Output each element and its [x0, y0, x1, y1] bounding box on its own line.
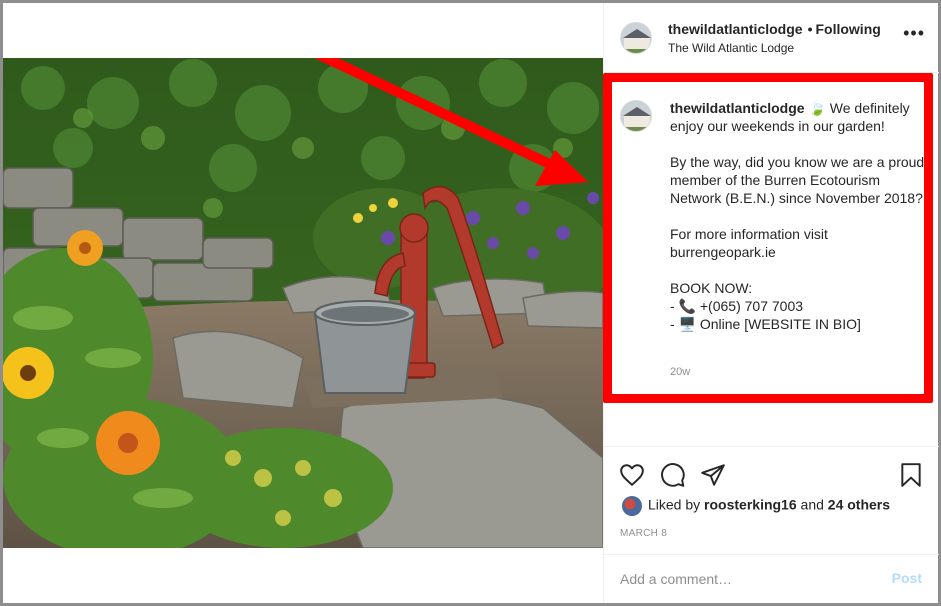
caption-timestamp[interactable]: 20w — [670, 366, 690, 378]
caption-body: 🍃 We definitely enjoy our weekends in ou… — [670, 100, 925, 332]
username-row: thewildatlanticlodge • Following — [668, 21, 881, 37]
following-button[interactable]: Following — [815, 21, 880, 37]
likes-middle: and — [796, 496, 828, 513]
comment-input[interactable] — [620, 569, 870, 589]
post-media-column — [3, 3, 603, 603]
post-date[interactable]: MARCH 8 — [620, 528, 667, 539]
avatar[interactable] — [620, 22, 652, 54]
paper-plane-icon[interactable] — [700, 462, 726, 488]
more-options-icon[interactable]: ••• — [903, 24, 925, 42]
action-bar: Liked by roosterking16 and 24 others MAR… — [604, 446, 939, 556]
post-photo[interactable] — [3, 58, 603, 548]
likes-prefix: Liked by — [648, 496, 705, 513]
caption-username-link[interactable]: thewildatlanticlodge — [670, 100, 805, 116]
caption-text-block: thewildatlanticlodge 🍃 We definitely enj… — [670, 99, 925, 333]
username-link[interactable]: thewildatlanticlodge — [668, 21, 803, 37]
post-comment-button[interactable]: Post — [892, 570, 922, 586]
post-header: thewildatlanticlodge • Following The Wild … — [604, 3, 939, 73]
avatar[interactable] — [620, 100, 652, 132]
caption-section: thewildatlanticlodge 🍃 We definitely enj… — [604, 75, 939, 445]
location-link[interactable]: The Wild Atlantic Lodge — [668, 41, 794, 55]
post-details-panel: thewildatlanticlodge • Following The Wild … — [603, 3, 939, 603]
lodge-avatar-image — [621, 101, 651, 131]
garden-photo-illustration — [3, 58, 603, 548]
liker-avatar[interactable] — [622, 496, 642, 516]
liker-username-link[interactable]: roosterking16 — [704, 497, 797, 513]
heart-icon[interactable] — [619, 462, 645, 488]
bookmark-icon[interactable] — [898, 462, 924, 488]
likes-summary: Liked by roosterking16 and 24 others — [622, 496, 890, 516]
separator-dot: • — [807, 21, 813, 37]
comment-form: Post — [604, 554, 939, 603]
lodge-avatar-image — [621, 23, 651, 53]
speech-bubble-icon[interactable] — [660, 462, 686, 488]
likes-others-link[interactable]: 24 others — [828, 497, 890, 513]
